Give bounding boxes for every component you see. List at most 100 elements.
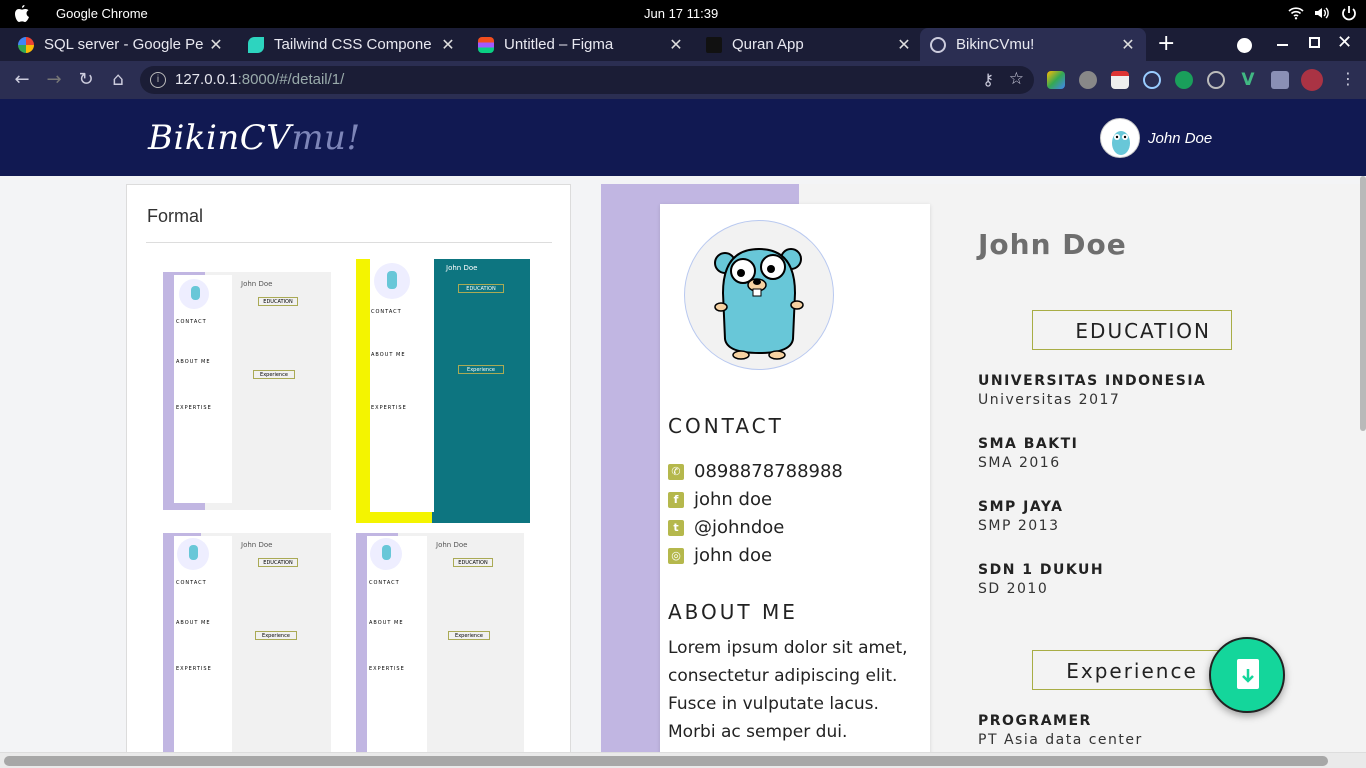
cv-experience-title: Experience xyxy=(1032,650,1232,690)
thumb-name: John Doe xyxy=(436,541,468,549)
user-avatar[interactable] xyxy=(1100,118,1140,158)
wifi-icon[interactable] xyxy=(1288,6,1304,20)
education-detail: Universitas 2017 xyxy=(978,392,1121,408)
tab-title: SQL server - Google Pe xyxy=(44,36,204,53)
close-window-icon[interactable]: ✕ xyxy=(1337,32,1352,53)
settings-extension-icon[interactable] xyxy=(1079,71,1097,89)
tailwind-icon xyxy=(248,36,264,53)
cv-contact-phone: ✆ 0898878788988 xyxy=(668,461,843,482)
calendar-extension-icon[interactable] xyxy=(1111,71,1129,89)
cv-education-title: EDUCATION xyxy=(1032,310,1232,350)
drive-extension-icon[interactable] xyxy=(1047,71,1065,89)
education-detail: SD 2010 xyxy=(978,581,1049,597)
active-app-name[interactable]: Google Chrome xyxy=(56,6,148,21)
key-icon[interactable]: ⚷ xyxy=(982,70,994,90)
thumb-experience: Experience xyxy=(253,370,295,379)
thumb-experience: Experience xyxy=(255,631,297,640)
clock[interactable]: Jun 17 11:39 xyxy=(644,6,718,21)
tab-figma[interactable]: Untitled – Figma ✕ xyxy=(470,28,692,61)
thumb-contact: CONTACT xyxy=(176,580,207,586)
tab-title: Quran App xyxy=(732,36,804,53)
close-tab-icon[interactable]: ✕ xyxy=(666,35,686,55)
horizontal-scrollbar[interactable] xyxy=(0,752,1366,768)
maximize-icon[interactable] xyxy=(1309,37,1320,48)
thumb-experience: Experience xyxy=(458,365,504,374)
thumb-contact: CONTACT xyxy=(371,309,402,315)
instagram-icon: ◎ xyxy=(668,547,684,564)
education-school: SMP JAYA xyxy=(978,499,1064,515)
gopher-mascot-icon xyxy=(714,247,804,360)
system-tray xyxy=(1288,5,1358,21)
thumb-education: EDUCATION xyxy=(258,297,298,306)
thumb-about: ABOUT ME xyxy=(176,359,211,365)
minimize-icon[interactable] xyxy=(1277,44,1288,46)
reload-icon[interactable]: ↻ xyxy=(76,70,96,90)
tab-search-icon[interactable] xyxy=(1237,38,1252,53)
tab-quran-app[interactable]: Quran App ✕ xyxy=(698,28,920,61)
education-detail: SMA 2016 xyxy=(978,455,1061,471)
download-file-icon xyxy=(1237,659,1259,689)
bookmark-star-icon[interactable]: ☆ xyxy=(1009,69,1024,89)
profile-avatar[interactable] xyxy=(1301,69,1323,91)
volume-icon[interactable] xyxy=(1314,6,1330,20)
cv-education-item: SMA BAKTI SMA 2016 xyxy=(978,436,1078,471)
google-icon xyxy=(18,36,34,53)
education-detail: SMP 2013 xyxy=(978,518,1060,534)
download-pdf-button[interactable] xyxy=(1209,637,1285,713)
apple-icon[interactable] xyxy=(14,5,30,23)
cv-sidebar-card: CONTACT ✆ 0898878788988 f john doe t @jo… xyxy=(660,204,930,768)
template-thumbnail-4[interactable]: John Doe EDUCATION CONTACT ABOUT ME EXPE… xyxy=(356,533,524,767)
cv-contact-title: CONTACT xyxy=(668,414,784,438)
thumb-experience: Experience xyxy=(448,631,490,640)
thumb-education: EDUCATION xyxy=(453,558,493,567)
tab-tailwind[interactable]: Tailwind CSS Compone ✕ xyxy=(238,28,464,61)
facebook-icon: f xyxy=(668,491,684,508)
thumb-about: ABOUT ME xyxy=(176,620,211,626)
tab-title: Tailwind CSS Compone xyxy=(274,36,432,53)
quran-icon xyxy=(706,36,722,53)
address-bar[interactable]: i 127.0.0.1:8000/#/detail/1/ ⚷ ☆ xyxy=(140,66,1034,94)
more-menu-icon[interactable]: ⋮ xyxy=(1340,70,1356,88)
close-tab-icon[interactable]: ✕ xyxy=(206,35,226,55)
target-extension-icon[interactable] xyxy=(1207,71,1225,89)
user-menu[interactable]: John Doe xyxy=(1100,118,1212,158)
grammarly-extension-icon[interactable] xyxy=(1175,71,1193,89)
new-tab-button[interactable]: + xyxy=(1157,33,1175,55)
cv-contact-facebook: f john doe xyxy=(668,489,772,510)
react-extension-icon[interactable] xyxy=(1143,71,1161,89)
contact-value: 0898878788988 xyxy=(694,461,843,482)
brand-logo[interactable]: BikinCVmu! xyxy=(148,118,361,158)
site-info-icon[interactable]: i xyxy=(150,72,166,88)
thumb-about: ABOUT ME xyxy=(369,620,404,626)
education-school: SMA BAKTI xyxy=(978,436,1079,452)
thumb-contact: CONTACT xyxy=(176,319,207,325)
vue-extension-icon[interactable]: V xyxy=(1239,71,1257,89)
os-menu-bar: Google Chrome Jun 17 11:39 xyxy=(0,0,1366,28)
close-tab-icon[interactable]: ✕ xyxy=(438,35,458,55)
vertical-scrollbar[interactable] xyxy=(1360,176,1366,431)
forward-icon[interactable]: → xyxy=(44,70,64,90)
thumb-expertise: EXPERTISE xyxy=(369,666,405,672)
contact-value: john doe xyxy=(694,489,773,510)
close-tab-icon[interactable]: ✕ xyxy=(894,35,914,55)
cv-about-text: Lorem ipsum dolor sit amet, consectetur … xyxy=(668,638,908,768)
back-icon[interactable]: ← xyxy=(12,70,32,90)
url-text[interactable]: 127.0.0.1:8000/#/detail/1/ xyxy=(175,71,344,88)
puzzle-extensions-icon[interactable] xyxy=(1271,71,1289,89)
template-thumbnail-3[interactable]: John Doe EDUCATION CONTACT ABOUT ME EXPE… xyxy=(163,533,331,767)
cv-name: John Doe xyxy=(978,228,1127,261)
globe-icon xyxy=(930,36,946,53)
template-panel: Formal John Doe EDUCATION CONTACT ABOUT … xyxy=(126,184,571,768)
template-thumbnail-1[interactable]: John Doe EDUCATION CONTACT ABOUT ME EXPE… xyxy=(163,272,331,510)
tab-sql-server[interactable]: SQL server - Google Pe ✕ xyxy=(10,28,232,61)
figma-icon xyxy=(478,36,494,53)
contact-value: john doe xyxy=(694,545,773,566)
contact-value: @johndoe xyxy=(694,517,785,538)
power-icon[interactable] xyxy=(1340,5,1358,21)
template-thumbnail-2[interactable]: John Doe EDUCATION CONTACT ABOUT ME EXPE… xyxy=(356,259,530,523)
thumb-expertise: EXPERTISE xyxy=(176,405,212,411)
cv-about-title: ABOUT ME xyxy=(668,600,798,624)
close-tab-icon[interactable]: ✕ xyxy=(1118,35,1138,55)
tab-bikincvmu[interactable]: BikinCVmu! ✕ xyxy=(920,28,1146,61)
home-icon[interactable]: ⌂ xyxy=(108,70,128,90)
